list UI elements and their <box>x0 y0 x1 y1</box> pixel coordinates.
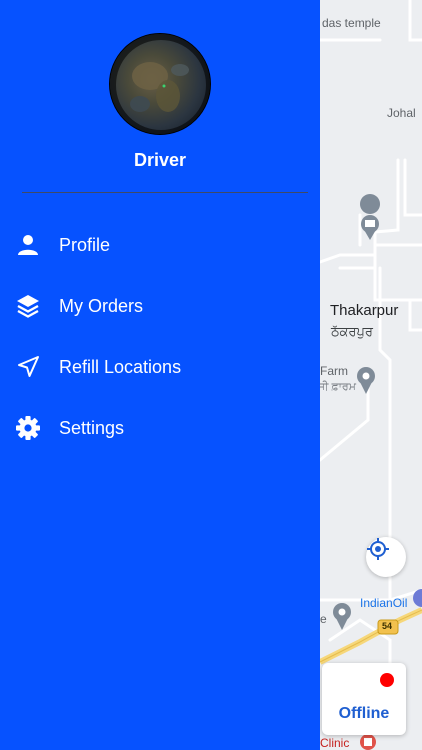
layers-icon <box>14 292 42 320</box>
menu-item-my-orders[interactable]: My Orders <box>0 281 320 331</box>
status-label: Offline <box>338 705 390 722</box>
navigation-drawer: Driver Profile My Orders Refill Location… <box>0 0 320 750</box>
menu-item-profile[interactable]: Profile <box>0 220 320 270</box>
map-label-johal: Johal <box>387 106 416 120</box>
map-label-edge: e <box>320 612 327 626</box>
route-shield-number: 54 <box>382 621 393 631</box>
map-label-indianoil: IndianOil <box>360 596 408 610</box>
person-icon <box>14 231 42 259</box>
avatar[interactable] <box>109 33 211 135</box>
crosshair-icon <box>367 538 389 560</box>
drawer-divider <box>22 192 308 193</box>
status-indicator-dot <box>380 673 394 687</box>
map-label-farm: Farm <box>320 364 348 378</box>
map-label-temple: das temple <box>322 16 381 30</box>
user-name: Driver <box>133 150 187 170</box>
menu-label-my-orders: My Orders <box>59 295 144 316</box>
map-label-clinic: Clinic <box>320 736 350 750</box>
earth-avatar-image <box>110 34 210 134</box>
menu-label-refill-locations: Refill Locations <box>59 356 182 377</box>
gear-icon <box>14 414 42 442</box>
my-location-button[interactable] <box>366 537 406 577</box>
menu-label-profile: Profile <box>59 234 111 255</box>
menu-item-refill-locations[interactable]: Refill Locations <box>0 342 320 392</box>
map-label-thakarpur-punjabi: ਠੱਕਰਪੁਰ <box>331 324 373 339</box>
navigation-arrow-icon <box>14 353 42 381</box>
map-label-thakarpur: Thakarpur <box>330 302 399 319</box>
driver-status-card[interactable]: Offline <box>322 663 406 735</box>
menu-label-settings: Settings <box>59 417 125 438</box>
map-label-farm-punjabi: ਜੀ ਫ਼ਾਰਮ <box>318 381 356 393</box>
menu-item-settings[interactable]: Settings <box>0 403 320 453</box>
